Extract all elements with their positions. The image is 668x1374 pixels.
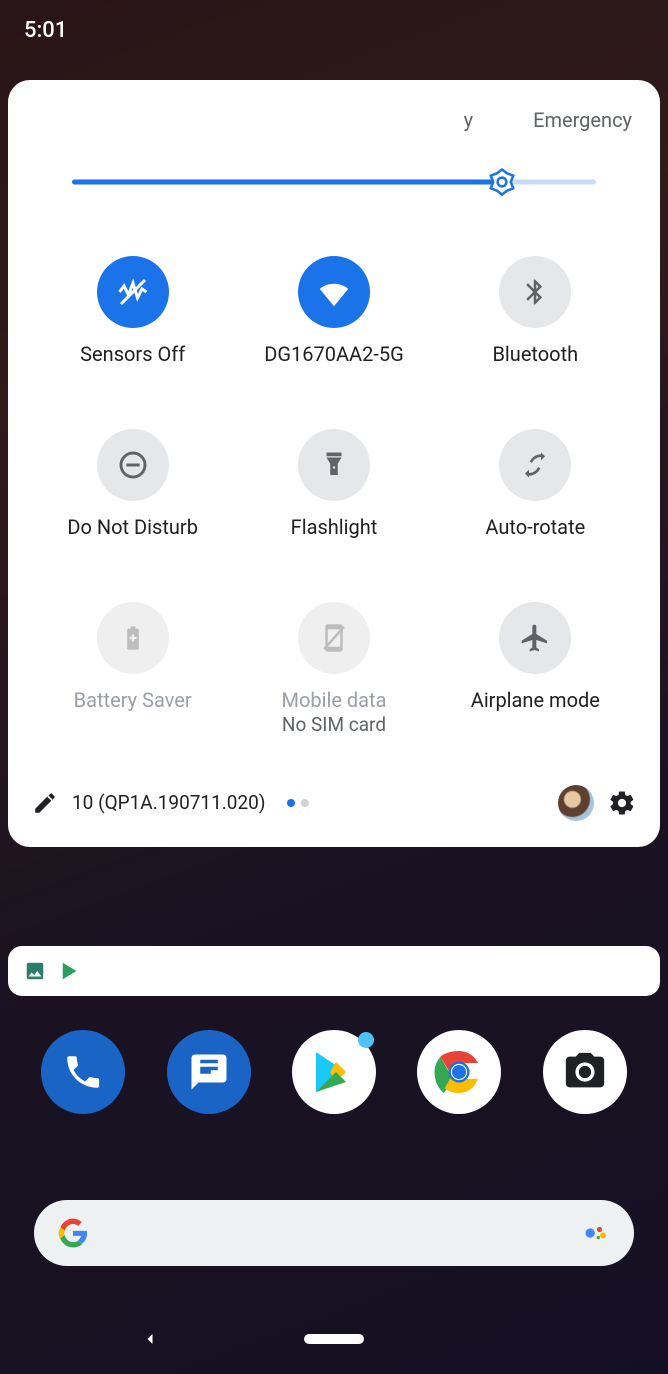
mobile-data-icon	[298, 602, 370, 674]
back-button[interactable]	[140, 1329, 160, 1349]
google-g-icon	[58, 1218, 88, 1248]
tile-label: Airplane mode	[471, 688, 600, 713]
flashlight-icon	[298, 429, 370, 501]
tile-do-not-disturb[interactable]: Do Not Disturb	[32, 429, 233, 540]
google-search-bar[interactable]	[34, 1200, 634, 1266]
auto-rotate-icon	[499, 429, 571, 501]
tile-flashlight[interactable]: Flashlight	[233, 429, 434, 540]
navigation-bar	[0, 1304, 668, 1374]
page-indicator[interactable]	[287, 799, 309, 807]
play-store-notif-icon	[60, 960, 82, 982]
brightness-slider[interactable]	[72, 168, 596, 196]
settings-icon[interactable]	[608, 789, 636, 817]
status-time: 5:01	[24, 18, 67, 43]
tile-sublabel: No SIM card	[282, 713, 387, 737]
qs-header-truncated[interactable]: y	[464, 108, 473, 132]
assistant-icon	[582, 1219, 610, 1247]
emergency-button[interactable]: Emergency	[533, 108, 632, 132]
home-gesture-pill[interactable]	[304, 1334, 364, 1344]
tile-bluetooth[interactable]: Bluetooth	[435, 256, 636, 367]
tile-auto-rotate[interactable]: Auto-rotate	[435, 429, 636, 540]
build-number: 10 (QP1A.190711.020)	[72, 791, 265, 814]
tile-label: Do Not Disturb	[67, 515, 198, 540]
tile-label: Bluetooth	[492, 342, 578, 367]
bluetooth-icon	[499, 256, 571, 328]
notification-shelf[interactable]	[8, 946, 660, 996]
play-store-app-icon[interactable]	[292, 1030, 376, 1114]
tile-wifi[interactable]: DG1670AA2-5G	[233, 256, 434, 367]
edit-icon[interactable]	[32, 790, 58, 816]
quick-settings-panel: y Emergency Sensors Off	[8, 80, 660, 847]
sensors-off-icon	[97, 256, 169, 328]
user-avatar[interactable]	[558, 785, 594, 821]
battery-saver-icon	[97, 602, 169, 674]
tile-airplane-mode[interactable]: Airplane mode	[435, 602, 636, 737]
dnd-icon	[97, 429, 169, 501]
camera-app-icon[interactable]	[543, 1030, 627, 1114]
tile-label: Mobile data	[282, 688, 387, 713]
chrome-app-icon[interactable]	[417, 1030, 501, 1114]
phone-app-icon[interactable]	[41, 1030, 125, 1114]
tile-mobile-data[interactable]: Mobile data No SIM card	[233, 602, 434, 737]
photos-notif-icon	[24, 960, 46, 982]
tile-label: Flashlight	[291, 515, 378, 540]
status-bar: 5:01	[0, 0, 668, 60]
tile-label: Battery Saver	[74, 688, 192, 713]
tile-label: Sensors Off	[80, 342, 185, 367]
airplane-icon	[499, 602, 571, 674]
tile-label: DG1670AA2-5G	[264, 342, 403, 367]
wifi-icon	[298, 256, 370, 328]
tile-battery-saver[interactable]: Battery Saver	[32, 602, 233, 737]
tile-label: Auto-rotate	[485, 515, 585, 540]
messages-app-icon[interactable]	[167, 1030, 251, 1114]
dock	[0, 1030, 668, 1114]
brightness-icon	[487, 167, 517, 197]
tile-sensors-off[interactable]: Sensors Off	[32, 256, 233, 367]
